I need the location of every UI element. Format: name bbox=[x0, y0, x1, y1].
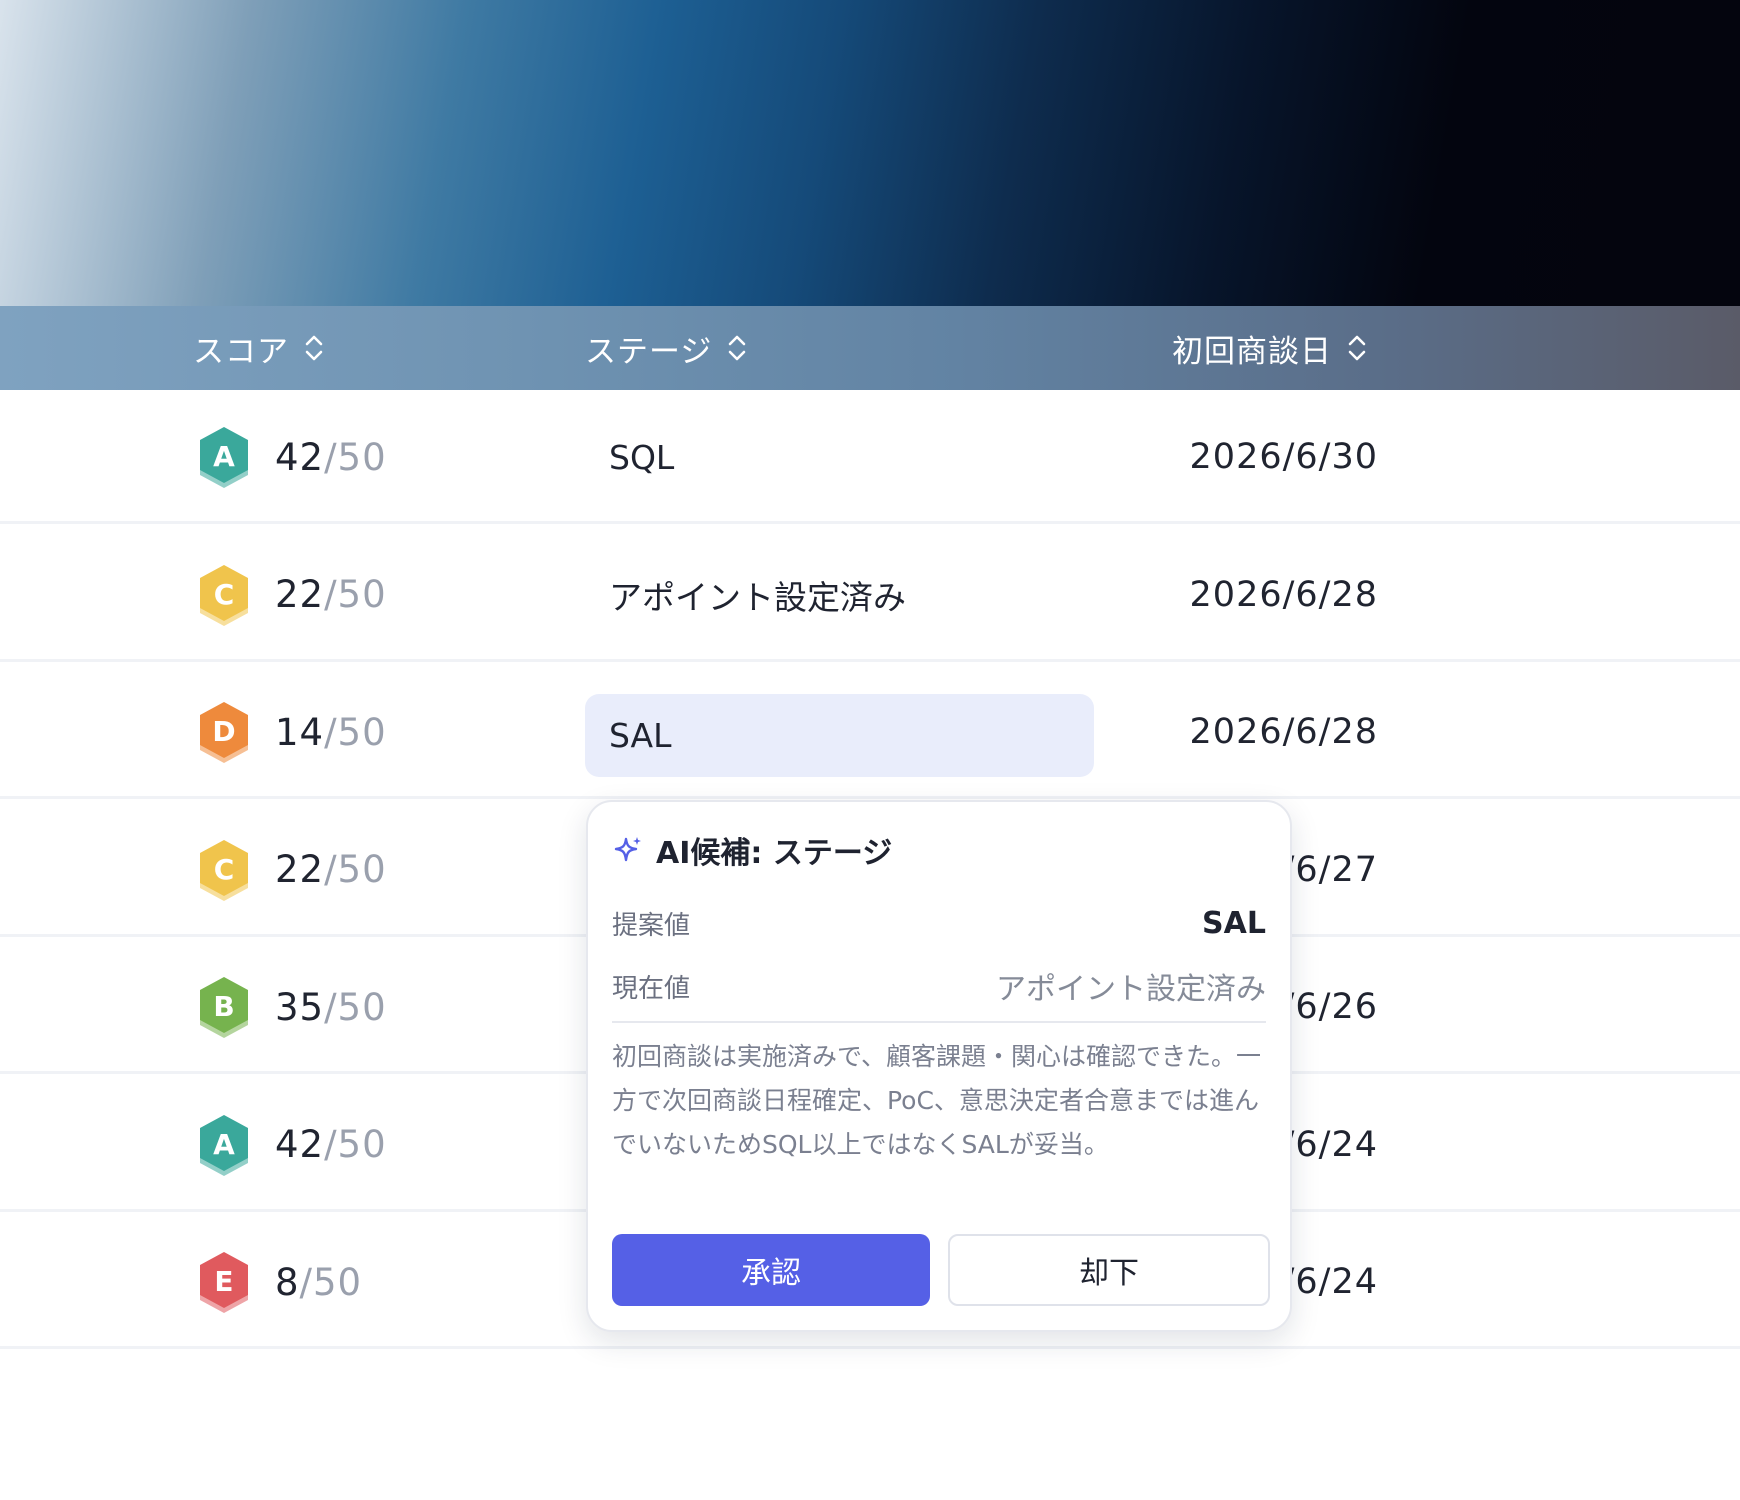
score-number: 22 bbox=[275, 848, 325, 891]
stage-cell[interactable]: SQL bbox=[585, 390, 1094, 524]
column-header-score-label: スコア bbox=[193, 333, 289, 370]
grade-letter: D bbox=[212, 715, 235, 748]
reject-button[interactable]: 却下 bbox=[948, 1234, 1270, 1306]
grade-letter: E bbox=[214, 1265, 233, 1298]
grade-badge-icon: A bbox=[200, 427, 248, 488]
column-header-stage[interactable]: ステージ bbox=[585, 306, 748, 390]
column-header-score[interactable]: スコア bbox=[193, 306, 325, 390]
column-header-stage-label: ステージ bbox=[585, 333, 713, 370]
table-header: スコア ステージ 初回商談日 bbox=[0, 306, 1740, 390]
grade-badge-icon: B bbox=[200, 977, 248, 1038]
current-value: アポイント設定済み bbox=[996, 972, 1266, 1007]
score-number: 42 bbox=[275, 1123, 325, 1166]
first-meeting-date: 2026/6/30 bbox=[1189, 437, 1378, 477]
first-meeting-date: 2026/6/28 bbox=[1189, 712, 1378, 752]
score-max: /50 bbox=[324, 573, 387, 616]
score-number: 8 bbox=[275, 1260, 300, 1304]
grade-letter: C bbox=[214, 578, 235, 611]
score-max: /50 bbox=[299, 1260, 363, 1304]
grade-badge-icon: A bbox=[200, 1114, 248, 1176]
ai-suggestion-popover: AI候補: ステージ 提案値 SAL 現在値 アポイント設定済み 初回商談は実施… bbox=[586, 800, 1292, 1332]
current-value-label: 現在値 bbox=[612, 973, 691, 1004]
table-row[interactable]: D 14/50 SAL 2026/6/28 bbox=[0, 665, 1740, 799]
current-value-row: 現在値 アポイント設定済み bbox=[612, 965, 1266, 1007]
proposed-value-label: 提案値 bbox=[612, 910, 691, 941]
score-value: 22/50 bbox=[275, 528, 387, 662]
score-value: 14/50 bbox=[275, 665, 387, 799]
score-max: /50 bbox=[324, 1123, 387, 1166]
suggestion-reason: 初回商談は実施済みで、顧客課題・関心は確認できた。一方で次回商談日程確定、PoC… bbox=[612, 1042, 1262, 1159]
score-value: 22/50 bbox=[275, 803, 387, 937]
table-row[interactable]: C 22/50 アポイント設定済み 2026/6/28 bbox=[0, 528, 1740, 662]
score-max: /50 bbox=[324, 710, 387, 754]
score-value: 42/50 bbox=[275, 1078, 387, 1212]
grade-badge-icon: E bbox=[200, 1252, 248, 1313]
score-number: 42 bbox=[275, 435, 325, 479]
popover-title-text: AI候補: ステージ bbox=[656, 836, 893, 871]
grade-badge-icon: D bbox=[200, 702, 248, 763]
stage-cell[interactable]: アポイント設定済み bbox=[585, 528, 1094, 662]
grade-letter: C bbox=[214, 853, 235, 886]
score-number: 14 bbox=[275, 710, 325, 754]
popover-title: AI候補: ステージ bbox=[612, 828, 892, 872]
grade-badge-icon: C bbox=[200, 564, 248, 626]
score-value: 8/50 bbox=[275, 1215, 362, 1349]
column-header-date-label: 初回商談日 bbox=[1172, 333, 1332, 370]
proposed-value: SAL bbox=[1202, 905, 1266, 941]
table-row[interactable]: A 42/50 SQL 2026/6/30 bbox=[0, 390, 1740, 524]
grade-letter: A bbox=[213, 440, 235, 473]
stage-cell[interactable]: SAL bbox=[585, 694, 1094, 777]
score-number: 22 bbox=[275, 573, 325, 616]
sort-icon[interactable] bbox=[1346, 332, 1368, 364]
score-max: /50 bbox=[324, 985, 387, 1029]
sparkle-icon bbox=[614, 837, 641, 862]
score-number: 35 bbox=[275, 985, 325, 1029]
first-meeting-date: /6/24 bbox=[1282, 1262, 1378, 1302]
approve-button[interactable]: 承認 bbox=[612, 1234, 930, 1306]
score-value: 35/50 bbox=[275, 940, 387, 1074]
grade-letter: B bbox=[213, 990, 234, 1023]
sort-icon[interactable] bbox=[726, 332, 748, 364]
first-meeting-date: /6/24 bbox=[1282, 1124, 1378, 1165]
column-header-first-meeting-date[interactable]: 初回商談日 bbox=[1172, 306, 1368, 390]
score-max: /50 bbox=[324, 848, 387, 891]
hero-banner bbox=[0, 0, 1740, 306]
first-meeting-date: /6/27 bbox=[1282, 849, 1378, 890]
first-meeting-date: /6/26 bbox=[1282, 987, 1378, 1027]
grade-letter: A bbox=[213, 1128, 235, 1161]
sort-icon[interactable] bbox=[303, 332, 325, 364]
first-meeting-date: 2026/6/28 bbox=[1189, 574, 1378, 615]
popover-divider bbox=[612, 1021, 1266, 1023]
score-value: 42/50 bbox=[275, 390, 387, 524]
score-max: /50 bbox=[324, 435, 387, 479]
grade-badge-icon: C bbox=[200, 839, 248, 901]
proposed-value-row: 提案値 SAL bbox=[612, 902, 1266, 944]
